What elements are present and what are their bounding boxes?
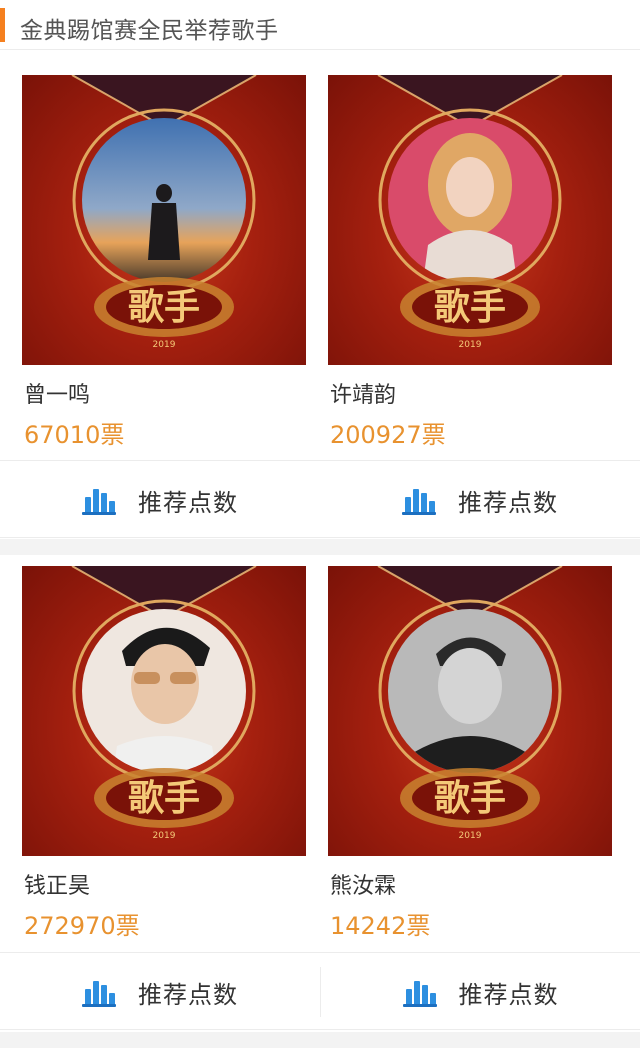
singer-name: 许靖韵 (330, 383, 397, 408)
recommend-label: 推荐点数 (458, 488, 558, 517)
bar-chart-icon (82, 485, 116, 515)
poster-year: 2019 (459, 340, 482, 350)
poster-art: 歌手 2019 (377, 566, 563, 841)
bar-chart-icon (402, 977, 437, 1007)
poster-logo-text: 歌手 (434, 286, 506, 328)
section-separator (0, 539, 640, 555)
singer-name: 钱正昊 (24, 874, 91, 899)
bar-chart-icon (402, 485, 436, 515)
poster-art: 歌手 2019 (71, 75, 257, 350)
recommend-button-row: 推荐点数 推荐点数 (0, 460, 640, 538)
recommend-button[interactable]: 推荐点数 (320, 461, 640, 539)
singer-poster[interactable]: 歌手 2019 (328, 566, 612, 856)
recommend-button[interactable]: 推荐点数 (0, 953, 320, 1031)
singer-name: 曾一鸣 (24, 383, 91, 408)
section-header: 金典踢馆赛全民举荐歌手 (0, 0, 640, 50)
singer-poster[interactable]: 歌手 2019 (22, 75, 306, 365)
poster-logo-text: 歌手 (128, 286, 200, 328)
section-separator (0, 1032, 640, 1048)
recommend-label: 推荐点数 (138, 980, 238, 1009)
recommend-button[interactable]: 推荐点数 (0, 461, 320, 539)
singer-name: 熊汝霖 (330, 874, 397, 899)
vote-count: 14242票 (330, 912, 431, 940)
singer-poster[interactable]: 歌手 2019 (328, 75, 612, 365)
bar-chart-icon (82, 977, 116, 1007)
poster-year: 2019 (459, 831, 482, 841)
poster-art: 歌手 2019 (377, 75, 563, 350)
poster-year: 2019 (153, 340, 176, 350)
vote-count: 67010票 (24, 421, 125, 449)
header-accent-bar (0, 8, 5, 42)
poster-art: 歌手 2019 (71, 566, 257, 841)
recommend-label: 推荐点数 (138, 488, 238, 517)
singer-poster[interactable]: 歌手 2019 (22, 566, 306, 856)
recommend-button-row: 推荐点数 推荐点数 (0, 952, 640, 1030)
vote-count: 200927票 (330, 421, 446, 449)
recommend-label: 推荐点数 (458, 980, 559, 1009)
poster-year: 2019 (153, 831, 176, 841)
poster-logo-text: 歌手 (128, 777, 200, 819)
recommend-button[interactable]: 推荐点数 (321, 953, 640, 1031)
poster-logo-text: 歌手 (434, 777, 506, 819)
vote-count: 272970票 (24, 912, 140, 940)
section-title: 金典踢馆赛全民举荐歌手 (20, 18, 279, 44)
